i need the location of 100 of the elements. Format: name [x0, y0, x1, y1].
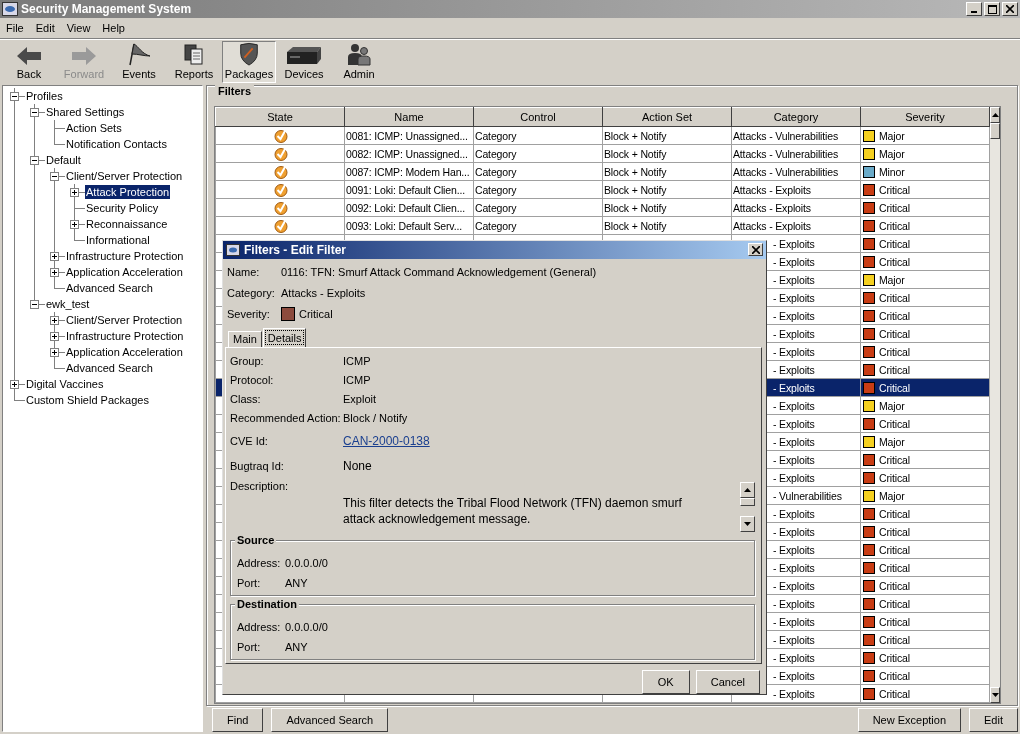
scroll-thumb[interactable] — [740, 497, 755, 506]
toolbar-button[interactable]: Events — [112, 41, 166, 83]
tree-item[interactable]: Client/Server Protection — [65, 169, 184, 183]
table-cell: - Exploits — [773, 237, 815, 250]
tree-item[interactable]: Action Sets — [65, 121, 123, 135]
plus-box-icon[interactable] — [50, 332, 59, 341]
field-value: ANY — [285, 640, 308, 653]
column-header[interactable]: Category — [731, 107, 861, 127]
tree-item[interactable]: Advanced Search — [65, 361, 154, 375]
toolbar-button[interactable]: Devices — [277, 41, 331, 83]
tab[interactable]: Details — [262, 327, 307, 347]
plus-box-icon[interactable] — [50, 348, 59, 357]
tree-item[interactable]: Application Acceleration — [65, 345, 184, 359]
group-title: Source — [235, 533, 277, 546]
table-cell: Critical — [879, 562, 910, 575]
tree-item[interactable]: Security Policy — [85, 201, 160, 215]
plus-box-icon[interactable] — [10, 380, 19, 389]
column-header[interactable]: State — [215, 107, 345, 127]
menu-item[interactable]: View — [60, 22, 97, 34]
column-header[interactable]: Severity — [860, 107, 990, 127]
scroll-thumb[interactable] — [990, 123, 1000, 139]
tree-item[interactable]: Client/Server Protection — [65, 313, 184, 327]
menu-item[interactable]: Help — [96, 22, 131, 34]
close-button[interactable] — [1002, 2, 1018, 16]
table-cell: - Exploits — [773, 579, 815, 592]
table-cell: Critical — [879, 652, 910, 665]
toolbar-button[interactable]: Back — [2, 41, 56, 83]
cve-link[interactable]: CAN-2000-0138 — [343, 433, 430, 448]
table-cell: Critical — [879, 634, 910, 647]
tree-item[interactable]: Reconnaissance — [85, 217, 169, 231]
minus-box-icon[interactable] — [10, 92, 19, 101]
table-cell: Attacks - Vulnerabilities — [733, 129, 838, 142]
field-value: Block / Notify — [343, 412, 408, 425]
table-cell: Critical — [879, 616, 910, 629]
minus-box-icon[interactable] — [30, 156, 39, 165]
app-icon — [2, 2, 18, 16]
toolbar-button[interactable]: Packages — [222, 41, 276, 83]
flag-icon — [126, 42, 152, 66]
field-label: Description: — [230, 479, 289, 492]
tree-item[interactable]: Custom Shield Packages — [25, 393, 150, 407]
column-header[interactable]: Name — [344, 107, 474, 127]
action-button[interactable]: Advanced Search — [271, 708, 389, 732]
table-cell: - Exploits — [773, 561, 815, 574]
table-cell: Category — [475, 165, 517, 178]
tree-item[interactable]: Infrastructure Protection — [65, 329, 185, 343]
table-cell: Critical — [879, 184, 910, 197]
plus-box-icon[interactable] — [50, 252, 59, 261]
toolbar-button[interactable]: Reports — [167, 41, 221, 83]
tree-item[interactable]: Notification Contacts — [65, 137, 168, 151]
action-button[interactable]: Find — [212, 708, 264, 732]
table-cell: - Exploits — [773, 507, 815, 520]
field-value: 0.0.0.0/0 — [285, 620, 328, 633]
toolbar-button[interactable]: Admin — [332, 41, 386, 83]
menu-item[interactable]: Edit — [29, 22, 61, 34]
column-header[interactable]: Action Set — [602, 107, 732, 127]
tree-item[interactable]: Attack Protection — [85, 185, 171, 199]
tree-item[interactable]: Application Acceleration — [65, 265, 184, 279]
field-label: Severity: — [227, 308, 271, 321]
table-cell: Category — [475, 201, 517, 214]
tree-item[interactable]: Infrastructure Protection — [65, 249, 185, 263]
maximize-button[interactable] — [984, 2, 1000, 16]
tree-item[interactable]: Advanced Search — [65, 281, 154, 295]
tree-item[interactable]: Digital Vaccines — [25, 377, 105, 391]
table-cell: Attacks - Vulnerabilities — [733, 147, 838, 160]
scrollbar[interactable] — [990, 107, 1000, 703]
tree-item[interactable]: Shared Settings — [45, 105, 126, 119]
scrollbar[interactable] — [740, 481, 755, 532]
plus-box-icon[interactable] — [70, 188, 79, 197]
table-cell: - Exploits — [773, 435, 815, 448]
up-arrow-icon — [744, 487, 751, 492]
menu-item[interactable]: File — [0, 22, 30, 34]
action-button[interactable]: Edit — [969, 708, 1018, 732]
tab[interactable]: Main — [228, 330, 262, 347]
field-value: ICMP — [343, 355, 371, 368]
column-header[interactable]: Control — [473, 107, 603, 127]
table-cell: Attacks - Vulnerabilities — [733, 165, 838, 178]
table-cell: Major — [879, 490, 905, 503]
table-cell: 0082: ICMP: Unassigned... — [346, 147, 468, 160]
plus-box-icon[interactable] — [70, 220, 79, 229]
minus-box-icon[interactable] — [30, 108, 39, 117]
action-button[interactable]: New Exception — [857, 708, 962, 732]
dialog-button[interactable]: Cancel — [695, 670, 760, 694]
tree-item[interactable]: Informational — [85, 233, 151, 247]
plus-box-icon[interactable] — [50, 268, 59, 277]
tree-item[interactable]: ewk_test — [45, 297, 91, 311]
table-cell: Attacks - Exploits — [733, 201, 811, 214]
table-cell: Critical — [879, 328, 910, 341]
close-button[interactable] — [748, 243, 763, 257]
table-cell: Category — [475, 183, 517, 196]
field-value: ICMP — [343, 374, 371, 387]
field-label: Protocol: — [230, 374, 275, 387]
minus-box-icon[interactable] — [30, 300, 39, 309]
tree-item[interactable]: Profiles — [25, 89, 64, 103]
minus-box-icon[interactable] — [50, 172, 59, 181]
dialog-button[interactable]: OK — [641, 670, 690, 694]
table-cell: Critical — [879, 508, 910, 521]
minimize-button[interactable] — [966, 2, 982, 16]
table-cell: 0093: Loki: Default Serv... — [346, 219, 462, 232]
tree-item[interactable]: Default — [45, 153, 82, 167]
plus-box-icon[interactable] — [50, 316, 59, 325]
